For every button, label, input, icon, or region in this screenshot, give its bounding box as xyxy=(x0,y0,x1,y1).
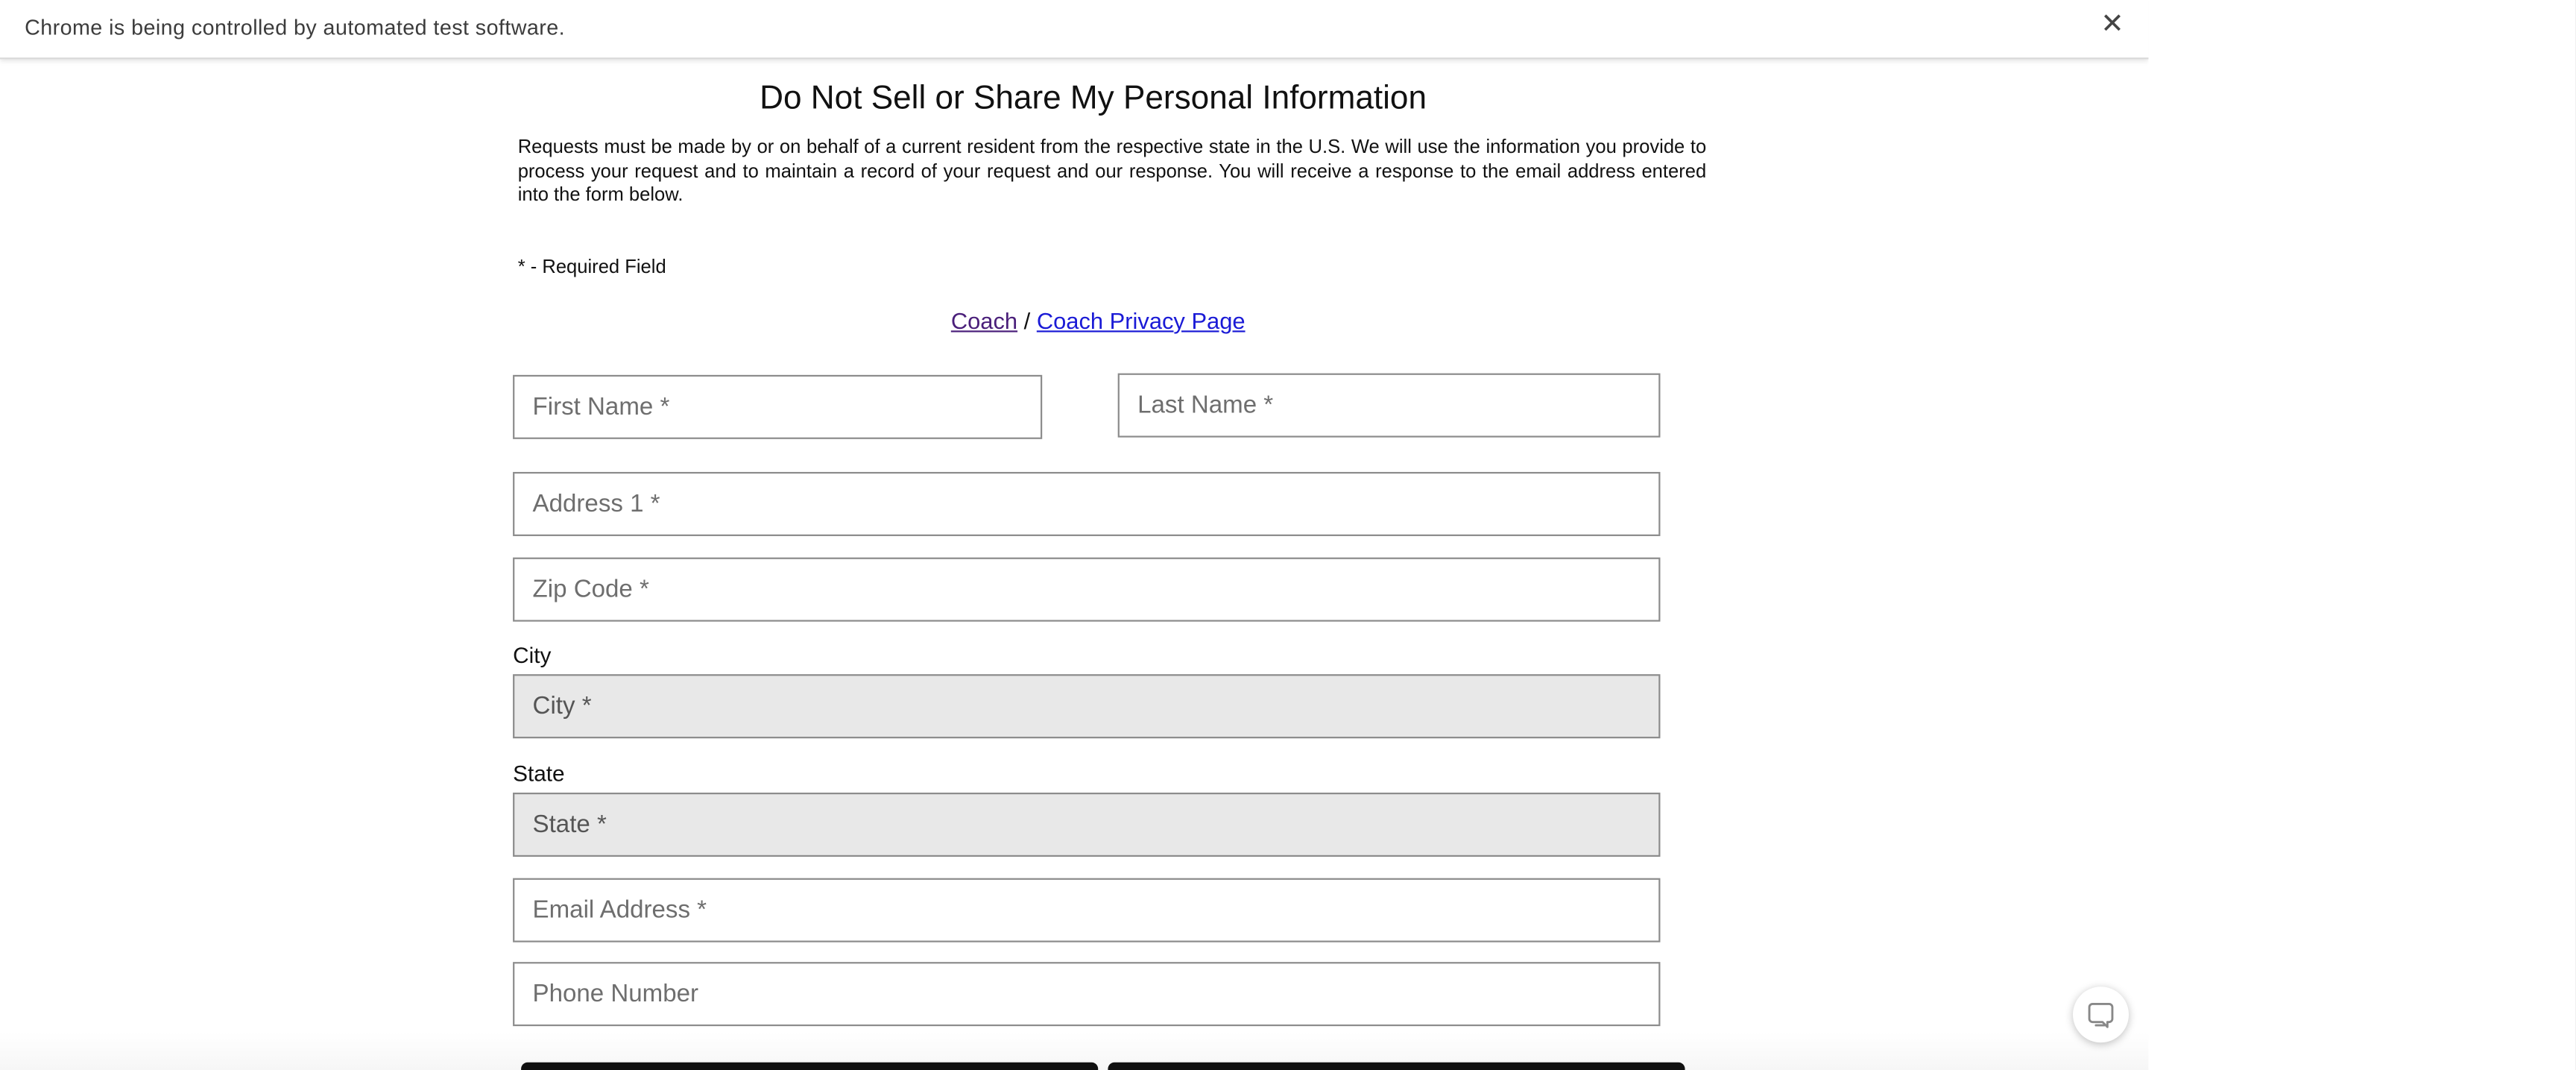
automation-infobar: Chrome is being controlled by automated … xyxy=(0,0,2149,60)
city-label: City xyxy=(513,643,552,668)
link-separator: / xyxy=(1023,307,1031,334)
privacy-request-page: Chrome is being controlled by automated … xyxy=(0,0,2149,1070)
secondary-button-edge[interactable] xyxy=(1108,1062,1685,1070)
state-label: State xyxy=(513,761,565,787)
state-field xyxy=(513,793,1661,857)
email-field[interactable] xyxy=(513,878,1661,942)
brand-link[interactable]: Coach xyxy=(951,307,1017,333)
infobar-message: Chrome is being controlled by automated … xyxy=(25,14,566,40)
brand-links: Coach / Coach Privacy Page xyxy=(0,307,2148,333)
page-title: Do Not Sell or Share My Personal Informa… xyxy=(760,81,1427,117)
chat-bubble-icon xyxy=(2088,1002,2114,1028)
first-name-field[interactable] xyxy=(513,374,1043,439)
browser-viewport: Chrome is being controlled by automated … xyxy=(0,0,2576,1070)
last-name-field[interactable] xyxy=(1117,373,1661,438)
zip-code-field[interactable] xyxy=(513,557,1661,622)
intro-paragraph: Requests must be made by or on behalf of… xyxy=(517,136,1707,207)
privacy-page-link[interactable]: Coach Privacy Page xyxy=(1037,307,1246,333)
submit-button-edge[interactable] xyxy=(521,1062,1099,1070)
close-icon[interactable]: ✕ xyxy=(2097,9,2127,40)
right-gutter xyxy=(2148,0,2576,1070)
address1-field[interactable] xyxy=(513,471,1661,536)
city-field xyxy=(513,674,1661,739)
chat-button[interactable] xyxy=(2073,986,2129,1043)
required-field-note: * - Required Field xyxy=(517,257,666,278)
phone-field[interactable] xyxy=(513,962,1661,1027)
